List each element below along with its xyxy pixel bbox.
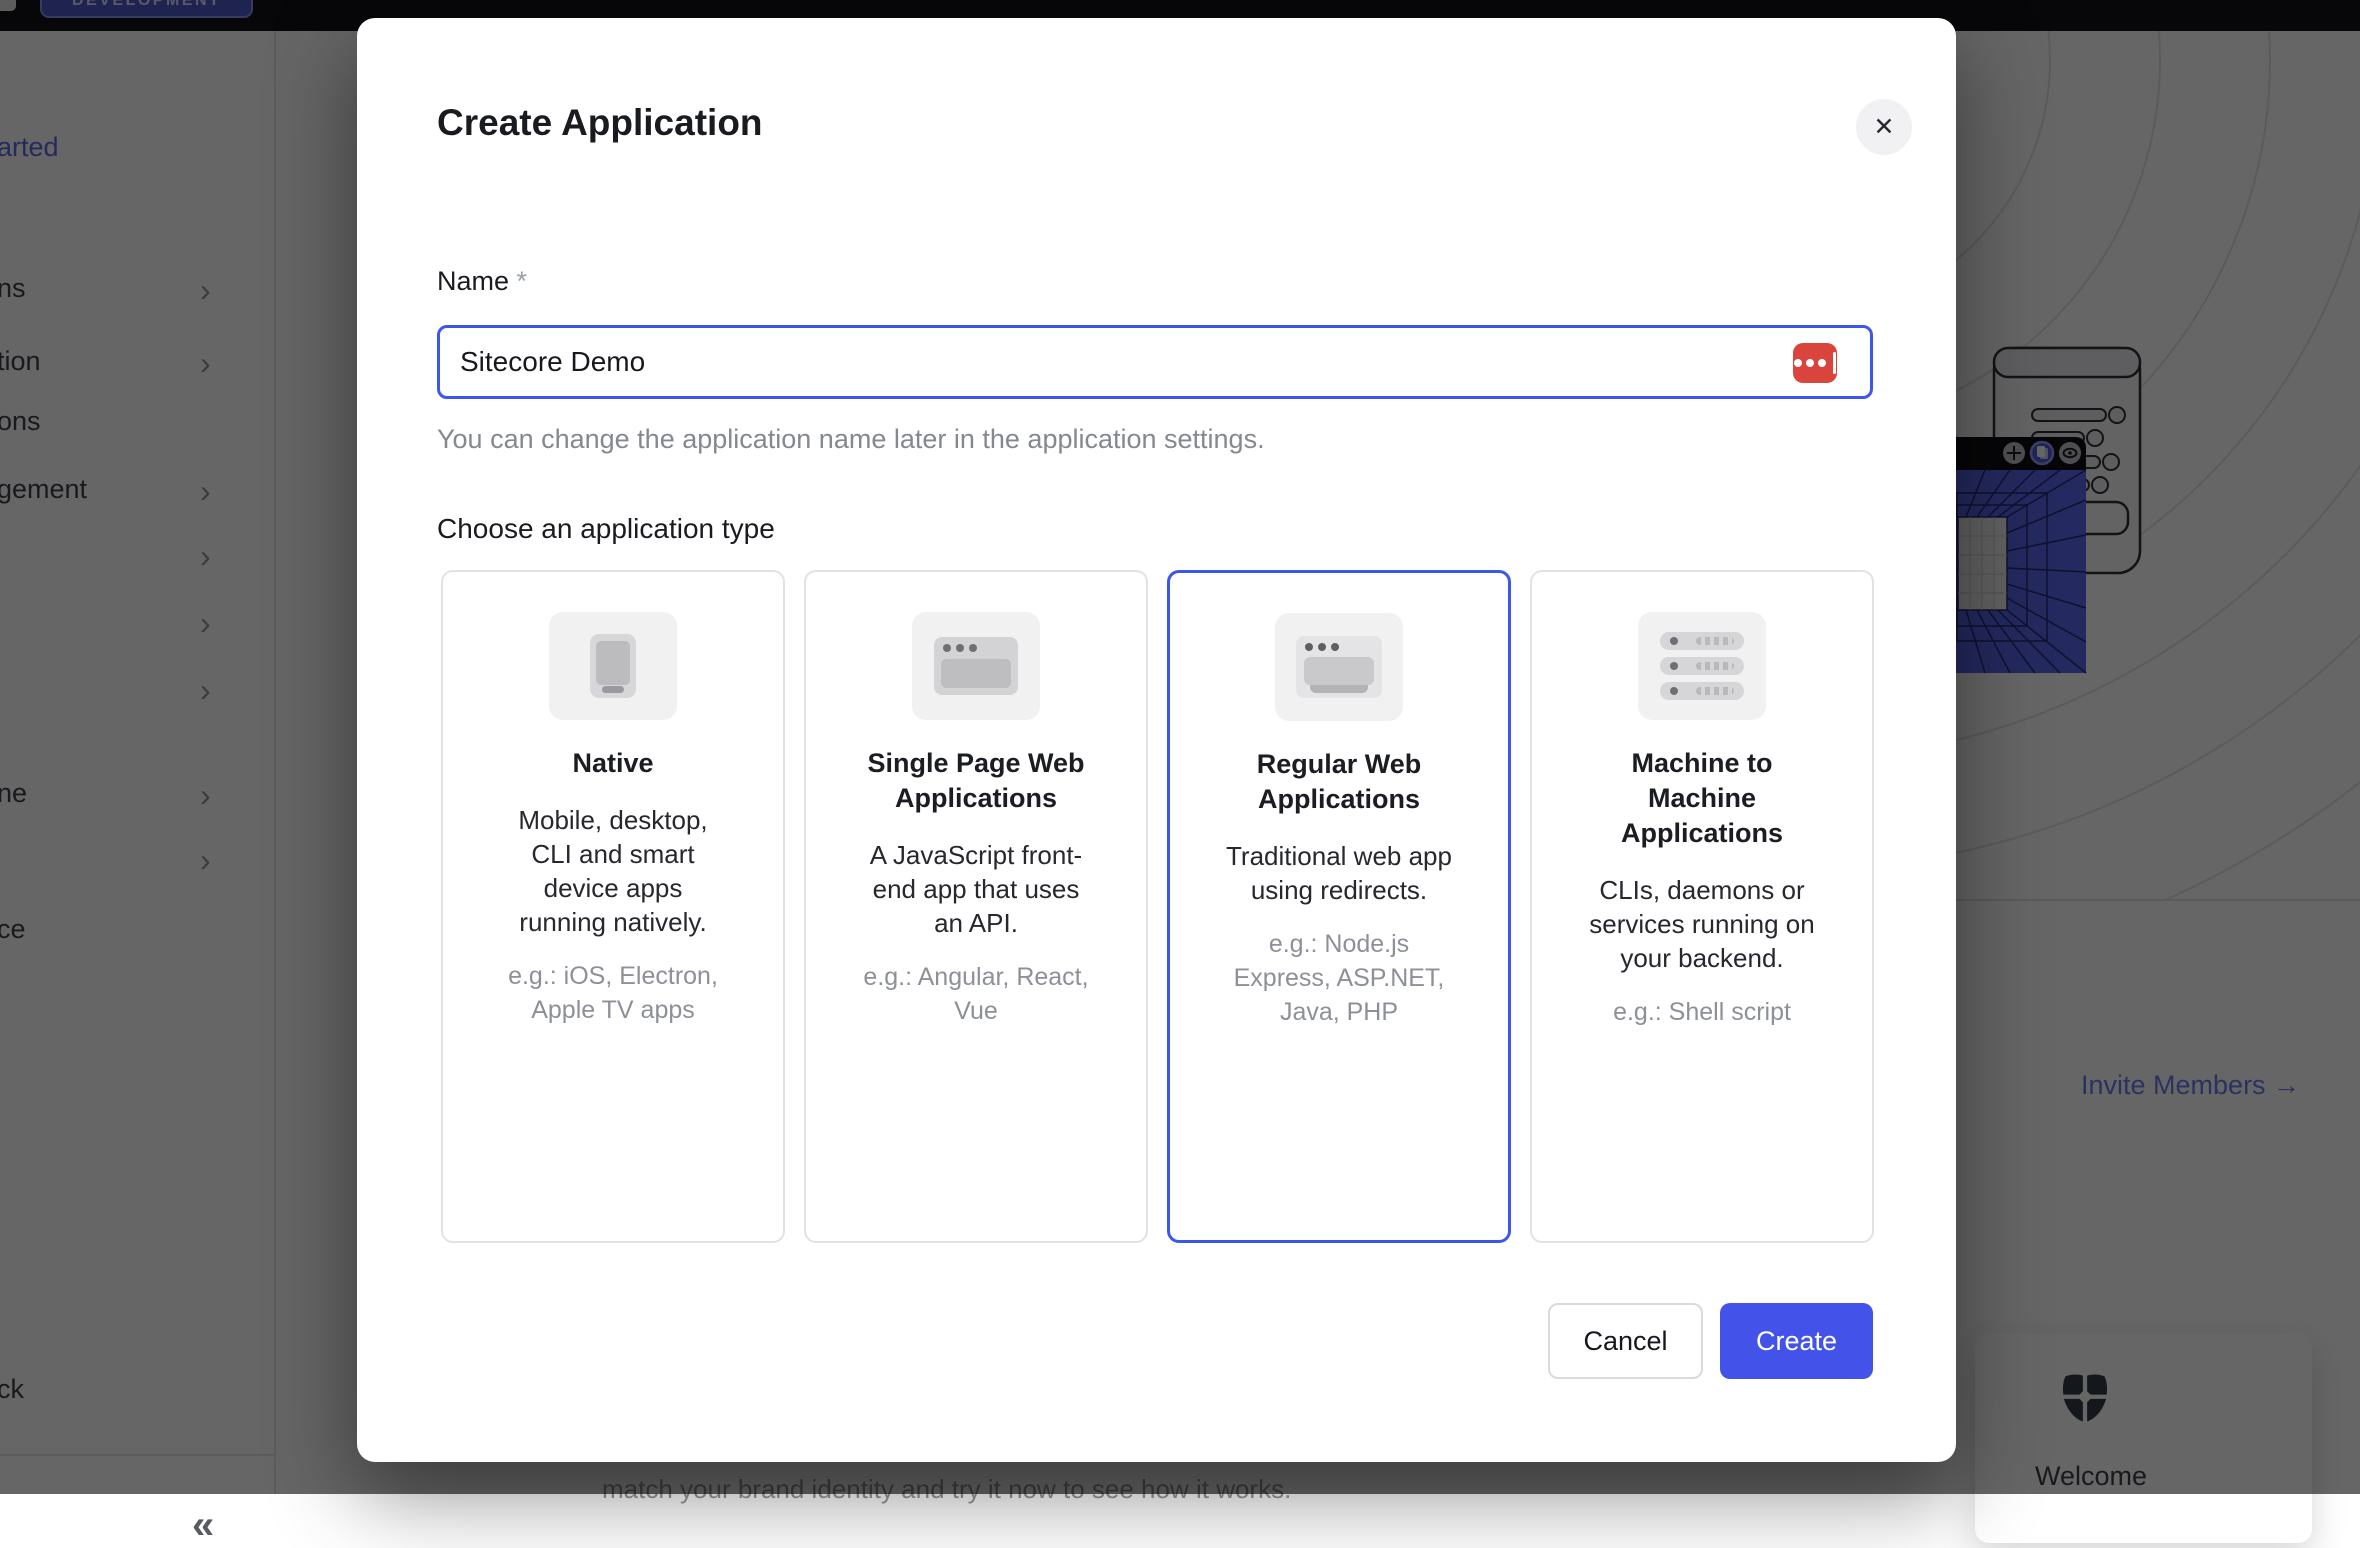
application-type-cards: Native Mobile, desktop, CLI and smart de… bbox=[441, 570, 1874, 1243]
app-type-card-regular-web[interactable]: Regular Web Applications Traditional web… bbox=[1167, 570, 1511, 1243]
card-example: e.g.: Angular, React, Vue bbox=[863, 963, 1089, 1025]
card-description: Mobile, desktop, CLI and smart device ap… bbox=[518, 805, 708, 937]
create-button[interactable]: Create bbox=[1720, 1303, 1873, 1379]
card-title: Single Page Web Applications bbox=[867, 748, 1085, 813]
mobile-phone-icon bbox=[549, 612, 677, 720]
application-name-input[interactable] bbox=[437, 325, 1873, 399]
app-type-card-machine-to-machine[interactable]: Machine to Machine Applications CLIs, da… bbox=[1530, 570, 1874, 1243]
server-window-icon bbox=[1275, 613, 1403, 721]
app-type-card-spa[interactable]: Single Page Web Applications A JavaScrip… bbox=[804, 570, 1148, 1243]
autofill-dot bbox=[1794, 359, 1802, 367]
required-marker: * bbox=[509, 266, 528, 296]
name-field-label: Name * bbox=[437, 266, 527, 297]
name-label-text: Name bbox=[437, 266, 510, 296]
card-title: Machine to Machine Applications bbox=[1620, 748, 1783, 848]
collapse-sidebar-icon[interactable]: « bbox=[192, 1503, 214, 1548]
card-description: Traditional web app using redirects. bbox=[1226, 841, 1452, 905]
card-description: A JavaScript front-end app that uses an … bbox=[869, 840, 1083, 938]
app-type-card-native[interactable]: Native Mobile, desktop, CLI and smart de… bbox=[441, 570, 785, 1243]
password-manager-autofill-icon[interactable] bbox=[1793, 343, 1837, 383]
card-description: CLIs, daemons or services running on you… bbox=[1589, 875, 1815, 973]
card-example: e.g.: Node.js Express, ASP.NET, Java, PH… bbox=[1233, 930, 1445, 1026]
close-button[interactable]: ✕ bbox=[1856, 99, 1912, 155]
close-icon: ✕ bbox=[1873, 113, 1895, 141]
autofill-dot bbox=[1818, 359, 1826, 367]
cancel-button[interactable]: Cancel bbox=[1548, 1303, 1703, 1379]
card-example: e.g.: iOS, Electron, Apple TV apps bbox=[508, 962, 718, 1024]
autofill-cursor bbox=[1833, 352, 1836, 374]
create-application-modal: Create Application ✕ Name * You can chan… bbox=[357, 18, 1956, 1462]
card-example: e.g.: Shell script bbox=[1613, 998, 1791, 1026]
card-title: Native bbox=[572, 748, 654, 778]
card-title: Regular Web Applications bbox=[1256, 749, 1422, 814]
browser-window-icon bbox=[912, 612, 1040, 720]
application-type-label: Choose an application type bbox=[437, 513, 775, 544]
server-stack-icon bbox=[1638, 612, 1766, 720]
modal-title: Create Application bbox=[437, 102, 763, 143]
autofill-dot bbox=[1806, 359, 1814, 367]
name-helper-text: You can change the application name late… bbox=[437, 424, 1265, 454]
